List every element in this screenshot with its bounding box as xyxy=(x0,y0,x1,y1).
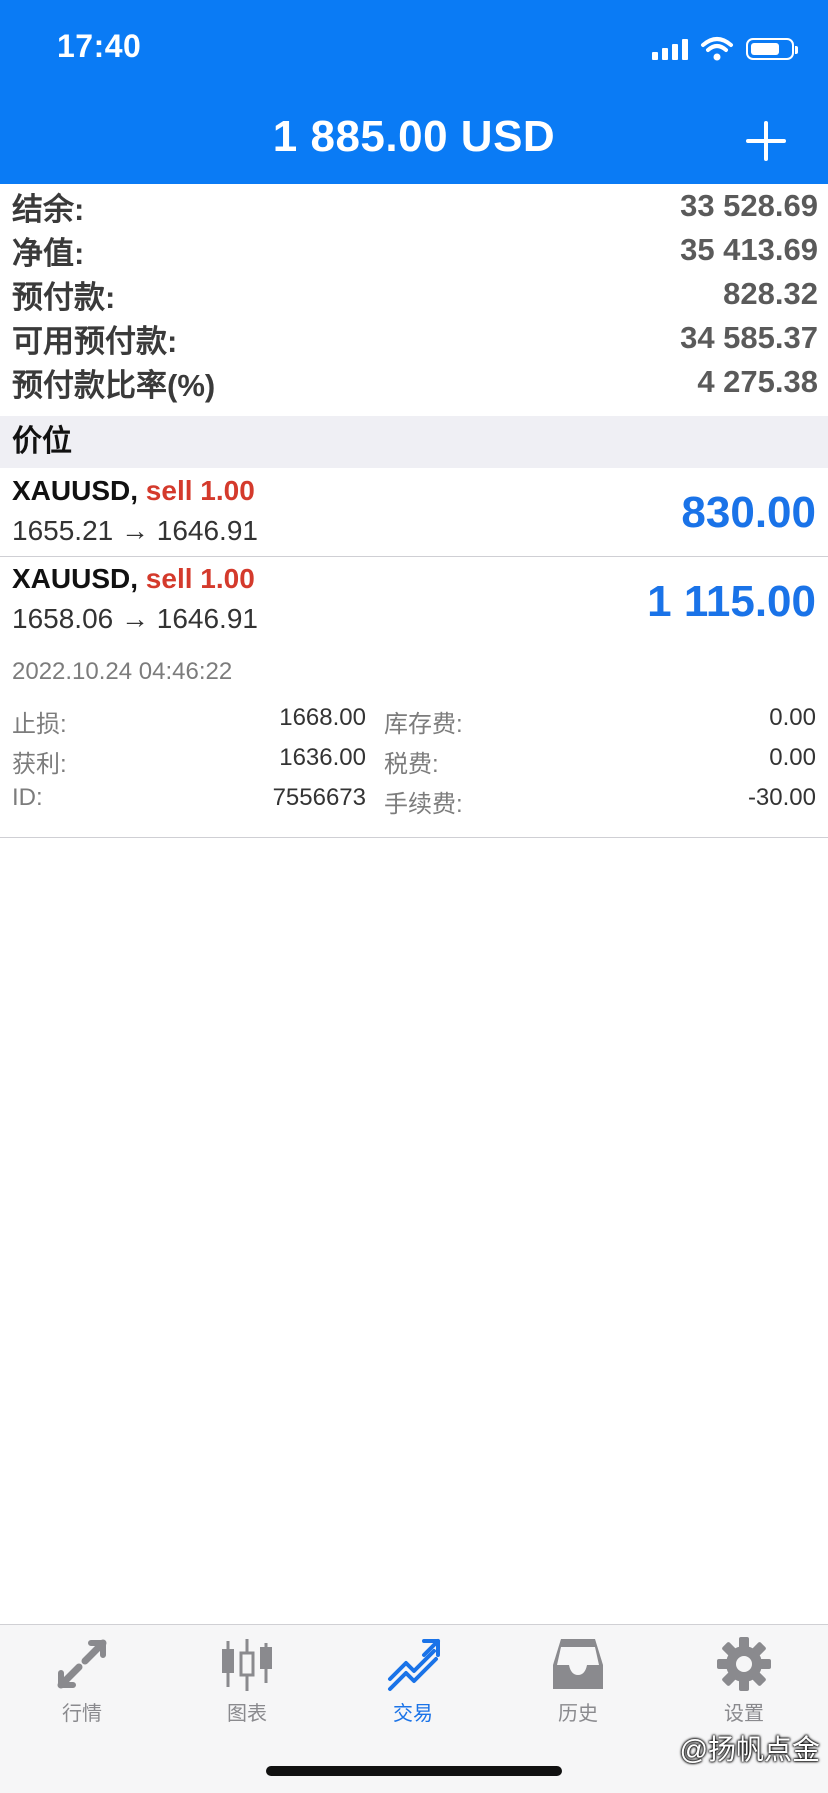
account-value: 35 413.69 xyxy=(680,232,818,267)
account-value: 4 275.38 xyxy=(697,364,818,399)
position-row[interactable]: XAUUSD, sell 1.00 1658.06 → 1646.91 1 11… xyxy=(0,557,828,645)
history-inbox-icon xyxy=(553,1639,603,1689)
tab-label: 设置 xyxy=(724,1703,764,1725)
detail-value: 0.00 xyxy=(769,744,816,771)
account-summary: 结余: 33 528.69 净值: 35 413.69 预付款: 828.32 … xyxy=(0,184,828,404)
status-time: 17:40 xyxy=(57,28,142,64)
detail-value: 1668.00 xyxy=(279,704,366,731)
position-symbol: XAUUSD, xyxy=(12,475,139,506)
account-row-margin-level: 预付款比率(%) 4 275.38 xyxy=(0,360,828,404)
detail-label: 手续费: xyxy=(384,791,463,818)
detail-value: 7556673 xyxy=(272,784,366,811)
position-profit: 830.00 xyxy=(681,488,816,537)
position-symbol-line: XAUUSD, sell 1.00 xyxy=(12,475,255,507)
signal-icon xyxy=(652,38,688,60)
balance-profit-title: 1 885.00 USD xyxy=(272,112,556,161)
account-row-equity: 净值: 35 413.69 xyxy=(0,228,828,272)
tab-label: 交易 xyxy=(393,1703,433,1725)
position-open-time: 2022.10.24 04:46:22 xyxy=(12,658,233,685)
account-label: 净值: xyxy=(12,235,85,271)
account-label: 预付款: xyxy=(12,279,116,315)
position-profit: 1 115.00 xyxy=(647,577,816,626)
position-symbol: XAUUSD, xyxy=(12,563,139,594)
chart-candles-icon xyxy=(222,1639,272,1691)
position-symbol-line: XAUUSD, sell 1.00 xyxy=(12,563,255,595)
detail-row: 获利: 1636.00 税费: 0.00 xyxy=(0,744,828,784)
home-indicator[interactable] xyxy=(266,1766,562,1776)
tab-label: 历史 xyxy=(558,1703,598,1725)
position-prices: 1658.06 → 1646.91 xyxy=(12,603,258,634)
position-details: 2022.10.24 04:46:22 止损: 1668.00 库存费: 0.0… xyxy=(0,658,828,838)
header-bar: 17:40 1 885.00 USD xyxy=(0,0,828,184)
detail-value: -30.00 xyxy=(747,784,816,811)
tab-trade[interactable]: 交易 xyxy=(353,1635,473,1726)
row-divider xyxy=(0,837,828,838)
battery-icon xyxy=(746,38,798,60)
tab-label: 行情 xyxy=(62,1703,102,1725)
detail-row: 止损: 1668.00 库存费: 0.00 xyxy=(0,704,828,744)
detail-label: 止损: xyxy=(12,711,67,738)
account-label: 可用预付款: xyxy=(12,323,178,359)
detail-label: ID: xyxy=(12,784,43,811)
watermark: @扬帆点金 xyxy=(679,1734,820,1765)
account-label: 结余: xyxy=(12,191,85,227)
add-order-button[interactable] xyxy=(746,121,786,161)
wifi-icon xyxy=(701,37,733,61)
tab-charts[interactable]: 图表 xyxy=(187,1635,307,1726)
account-value: 34 585.37 xyxy=(680,320,818,355)
tab-history[interactable]: 历史 xyxy=(518,1635,638,1726)
position-prices: 1655.21 → 1646.91 xyxy=(12,515,258,546)
position-side-volume: sell 1.00 xyxy=(145,563,255,594)
detail-row: ID: 7556673 手续费: -30.00 xyxy=(0,784,828,824)
detail-value: 0.00 xyxy=(769,704,816,731)
positions-section-header: 价位 xyxy=(0,416,828,468)
tab-settings[interactable]: 设置 xyxy=(684,1635,804,1726)
detail-label: 获利: xyxy=(12,751,67,778)
account-label: 预付款比率(%) xyxy=(12,367,216,403)
account-row-balance: 结余: 33 528.69 xyxy=(0,184,828,228)
position-side-volume: sell 1.00 xyxy=(145,475,255,506)
account-value: 33 528.69 xyxy=(680,188,818,223)
detail-value: 1636.00 xyxy=(279,744,366,771)
position-row[interactable]: XAUUSD, sell 1.00 1655.21 → 1646.91 830.… xyxy=(0,468,828,556)
settings-gear-icon xyxy=(717,1637,771,1691)
tab-label: 图表 xyxy=(227,1703,267,1725)
tab-quotes[interactable]: 行情 xyxy=(22,1635,142,1726)
account-value: 828.32 xyxy=(723,276,818,311)
detail-label: 税费: xyxy=(384,751,439,778)
status-icons xyxy=(652,36,798,62)
trade-icon xyxy=(388,1639,440,1691)
account-row-margin: 预付款: 828.32 xyxy=(0,272,828,316)
account-row-free-margin: 可用预付款: 34 585.37 xyxy=(0,316,828,360)
detail-label: 库存费: xyxy=(384,711,463,738)
quotes-icon xyxy=(57,1639,107,1689)
